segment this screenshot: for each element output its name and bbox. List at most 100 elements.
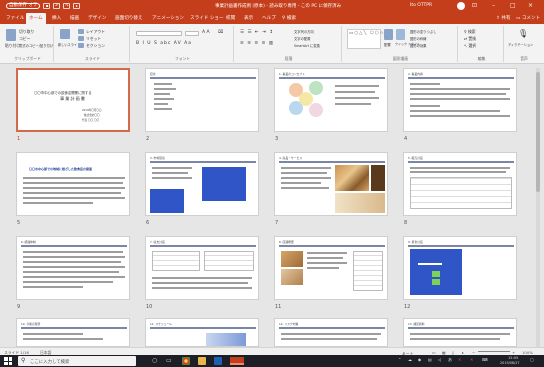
security-icon[interactable]: ◆: [418, 357, 421, 362]
new-slide-icon[interactable]: [60, 29, 70, 39]
error-icon[interactable]: ✕: [470, 357, 473, 362]
cloud-icon[interactable]: ☁: [408, 357, 412, 362]
slide-thumbnail-5[interactable]: 〇〇市中心部での地域に根ざした飲食店の開業: [16, 152, 130, 216]
slide-thumbnail-15[interactable]: 12. リスク対策: [274, 318, 388, 347]
ribbon-display-icon[interactable]: ⊡: [472, 2, 477, 9]
quick-styles-icon[interactable]: [396, 29, 405, 40]
zoom-level[interactable]: 100%: [522, 350, 533, 355]
autosave-toggle[interactable]: 自動保存 オフ: [6, 3, 41, 9]
comment-button[interactable]: ▭ コメント: [516, 15, 540, 21]
error-icon[interactable]: ✕: [458, 357, 461, 362]
layout-button[interactable]: レイアウト: [86, 29, 105, 35]
font-name-select[interactable]: [136, 31, 182, 36]
network-icon[interactable]: ▤: [428, 357, 432, 362]
share-button[interactable]: ⇪ 共有: [496, 15, 511, 21]
slide-thumbnail-9[interactable]: 6. 組織体制: [16, 236, 130, 300]
tab-slideshow[interactable]: スライド ショー: [190, 15, 224, 21]
volume-icon[interactable]: ◁: [438, 357, 441, 362]
paste-button[interactable]: 貼り付け: [5, 43, 20, 49]
new-slide-button[interactable]: 新しいスライド: [58, 42, 80, 47]
mail-icon[interactable]: [214, 357, 222, 365]
cortana-icon[interactable]: ○: [152, 357, 157, 364]
slide-thumbnail-10[interactable]: 7. 収支計画: [145, 236, 259, 300]
zoom-slider[interactable]: [478, 351, 510, 352]
close-icon[interactable]: ×: [528, 2, 533, 9]
find-button[interactable]: ⚲ 検索: [464, 29, 476, 35]
paste-icon[interactable]: [6, 29, 16, 41]
replace-button[interactable]: ⇄ 置換: [464, 36, 476, 42]
text-direction-button[interactable]: 文字列の方向: [294, 29, 314, 34]
slide-thumbnail-16[interactable]: 13. 補足資料: [403, 318, 517, 347]
tab-transitions[interactable]: 画面切り替え: [115, 15, 143, 21]
tab-draw[interactable]: 描画: [70, 15, 79, 21]
slide-thumbnail-12[interactable]: 9. 資金計画: [403, 236, 517, 300]
slide-thumbnail-11[interactable]: 8. 店舗概要: [274, 236, 388, 300]
slide-thumbnail-7[interactable]: 4. 商品・サービス: [274, 152, 388, 216]
reset-button[interactable]: リセット: [86, 36, 101, 42]
list-buttons-icon[interactable]: ☰ ☰ ⇤ ⇥ ↕: [240, 30, 274, 35]
font-size-grow-icon[interactable]: A A: [202, 30, 210, 35]
cut-button[interactable]: 切り取り: [19, 29, 34, 35]
notification-icon[interactable]: ▢: [530, 357, 534, 362]
minimize-icon[interactable]: –: [492, 2, 495, 9]
arrange-icon[interactable]: [384, 29, 393, 40]
maximize-icon[interactable]: □: [510, 2, 516, 9]
dictate-button[interactable]: ディクテーション: [508, 42, 533, 47]
clock-time[interactable]: 15:05: [508, 356, 518, 360]
slide-thumbnail-6[interactable]: 3. 市場環境: [145, 152, 259, 216]
clock-date[interactable]: 2019/08/27: [500, 361, 520, 365]
tab-view[interactable]: 表示: [244, 15, 253, 21]
windows-start-icon[interactable]: [4, 357, 12, 365]
powerpoint-icon[interactable]: [230, 357, 244, 365]
scrollbar-thumb[interactable]: [536, 72, 540, 192]
tab-file[interactable]: ファイル: [6, 15, 24, 21]
undo-icon[interactable]: ↶: [53, 3, 61, 9]
tab-home[interactable]: ホーム: [26, 13, 46, 24]
present-icon[interactable]: ▸: [73, 3, 81, 9]
avatar[interactable]: [457, 2, 465, 10]
font-style-buttons[interactable]: B I U S abc AV Aa: [136, 41, 192, 46]
save-icon[interactable]: ▪: [43, 3, 51, 9]
slideshow-view-icon[interactable]: ▸: [462, 350, 464, 355]
copy-button[interactable]: コピー: [19, 36, 30, 42]
normal-view-icon[interactable]: ▭: [432, 350, 436, 355]
zoom-out-icon[interactable]: −: [472, 350, 475, 355]
slide-thumbnail-14[interactable]: 11. スケジュール: [145, 318, 259, 347]
tab-review[interactable]: 校閲: [226, 15, 235, 21]
file-explorer-icon[interactable]: [198, 357, 206, 365]
section-button[interactable]: セクション: [86, 43, 105, 49]
task-view-icon[interactable]: ▭: [166, 357, 172, 364]
format-painter-button[interactable]: 書式のコピー/貼り付け: [19, 43, 53, 48]
ime-icon[interactable]: あ: [448, 357, 452, 363]
redo-icon[interactable]: ↷: [63, 3, 71, 9]
shape-outline-button[interactable]: 図形の枠線: [410, 36, 426, 41]
slide-thumbnail-3[interactable]: 1. 事業のコンセプト: [274, 68, 388, 132]
slide-thumbnail-1[interactable]: 〇〇市中心部での飲食店開業に関する 事業計画書 2019年〇月〇日 株式会社〇〇…: [16, 68, 130, 132]
microphone-icon[interactable]: 🎙: [518, 29, 528, 38]
align-buttons-icon[interactable]: ≡ ≡ ≡ ≡ ▥: [240, 41, 274, 46]
tab-search[interactable]: ⚲ 検索: [282, 15, 296, 21]
user-name[interactable]: Ito OTTPR: [410, 3, 432, 8]
smartart-button[interactable]: SmartArt に変換: [294, 43, 320, 48]
slide-sorter-view-icon[interactable]: ▦: [442, 350, 446, 355]
zoom-in-icon[interactable]: +: [512, 350, 515, 355]
clear-format-icon[interactable]: ⌧: [218, 30, 223, 35]
tab-animations[interactable]: アニメーション: [152, 15, 184, 21]
select-button[interactable]: ↖ 選択: [464, 43, 476, 49]
tray-chevron-icon[interactable]: ⌃: [398, 357, 401, 362]
arrange-button[interactable]: 配置: [384, 42, 391, 47]
slide-thumbnail-8[interactable]: 5. 販売計画: [403, 152, 517, 216]
slide-thumbnail-13[interactable]: 10. 今後の展望: [16, 318, 130, 347]
taskbar-search[interactable]: ⚲ ここに入力して検索: [18, 356, 136, 366]
tab-help[interactable]: ヘルプ: [262, 15, 276, 21]
reading-view-icon[interactable]: ▯: [452, 350, 454, 355]
keyboard-icon[interactable]: ⌨: [482, 357, 488, 362]
align-text-button[interactable]: 文字の配置: [294, 36, 310, 41]
shape-effects-button[interactable]: 図形の効果: [410, 43, 426, 48]
tab-design[interactable]: デザイン: [88, 15, 106, 21]
chrome-icon[interactable]: [182, 357, 190, 365]
slide-thumbnail-4[interactable]: 2. 事業内容: [403, 68, 517, 132]
font-size-select[interactable]: [185, 31, 199, 36]
tab-insert[interactable]: 挿入: [52, 15, 61, 21]
slide-thumbnail-2[interactable]: 目次: [145, 68, 259, 132]
